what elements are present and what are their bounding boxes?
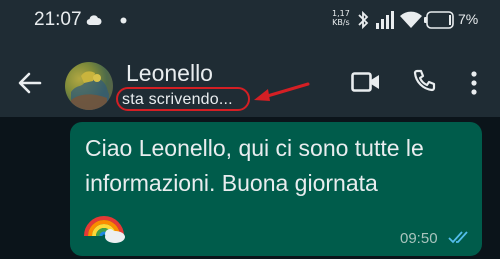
message-time: 09:50 [400,230,438,247]
rainbow-icon [84,216,125,243]
dot-icon [120,17,127,24]
message-text: Ciao Leonello, qui ci sono tutte le info… [85,135,424,196]
bluetooth-icon [358,10,369,30]
wifi-icon [400,11,422,28]
net-speed: 1,17 KB/s [332,9,350,27]
chat-header: Leonello sta scrivendo... [0,40,500,117]
more-options-icon[interactable] [470,71,478,95]
annotation-arrow [254,82,310,101]
video-call-icon[interactable] [351,71,381,93]
message-bubble[interactable]: Ciao Leonello, qui ci sono tutte le info… [70,122,482,256]
status-time: 21:07 [34,9,82,30]
annotation-circle [116,87,250,111]
voice-call-icon[interactable] [412,69,436,93]
battery-icon [424,11,454,29]
avatar-image [71,71,109,110]
double-check-icon [448,231,468,244]
net-speed-value: 1,17 [332,9,350,18]
back-arrow-icon[interactable] [18,72,42,94]
status-bar: 21:07 1,17 KB/s 7% [0,0,500,40]
avatar[interactable] [65,62,113,110]
battery-percent: 7% [458,11,479,27]
cloud-icon [86,15,102,26]
signal-icon [376,11,394,29]
contact-name[interactable]: Leonello [126,60,213,87]
net-speed-unit: KB/s [332,18,350,27]
